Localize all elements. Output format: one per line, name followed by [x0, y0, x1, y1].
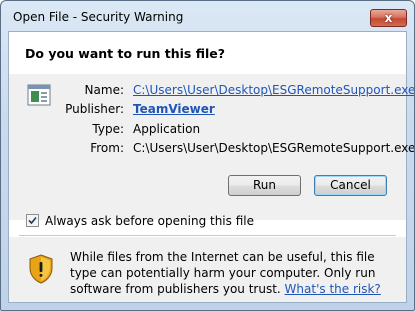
publisher-label: Publisher: — [65, 102, 124, 116]
type-value: Application — [133, 122, 201, 136]
dialog-content: Do you want to run this file? Name: C:\U… — [8, 31, 414, 303]
publisher-link[interactable]: TeamViewer — [133, 102, 215, 116]
dialog-question: Do you want to run this file? — [25, 46, 225, 61]
cancel-button[interactable]: Cancel — [314, 175, 387, 196]
always-ask-checkbox[interactable] — [26, 214, 39, 227]
close-icon: x — [384, 11, 393, 25]
from-label: From: — [90, 141, 124, 155]
file-name-link[interactable]: C:\Users\User\Desktop\ESGRemoteSupport.e… — [133, 83, 414, 97]
run-button[interactable]: Run — [228, 175, 301, 196]
checkmark-icon — [28, 216, 37, 225]
name-label: Name: — [84, 83, 124, 97]
close-button[interactable]: x — [370, 9, 407, 27]
header-band: Do you want to run this file? — [9, 32, 406, 74]
title-bar[interactable]: Open File - Security Warning x — [1, 1, 414, 31]
warning-message: While files from the Internet can be use… — [70, 249, 390, 297]
whats-the-risk-link[interactable]: What's the risk? — [285, 282, 381, 296]
always-ask-label[interactable]: Always ask before opening this file — [45, 214, 254, 228]
type-label: Type: — [92, 122, 124, 136]
shield-warning-icon — [29, 254, 53, 284]
window-title: Open File - Security Warning — [13, 10, 184, 24]
security-warning-dialog: Open File - Security Warning x Do you wa… — [0, 0, 415, 311]
from-value: C:\Users\User\Desktop\ESGRemoteSupport.e… — [133, 141, 415, 155]
